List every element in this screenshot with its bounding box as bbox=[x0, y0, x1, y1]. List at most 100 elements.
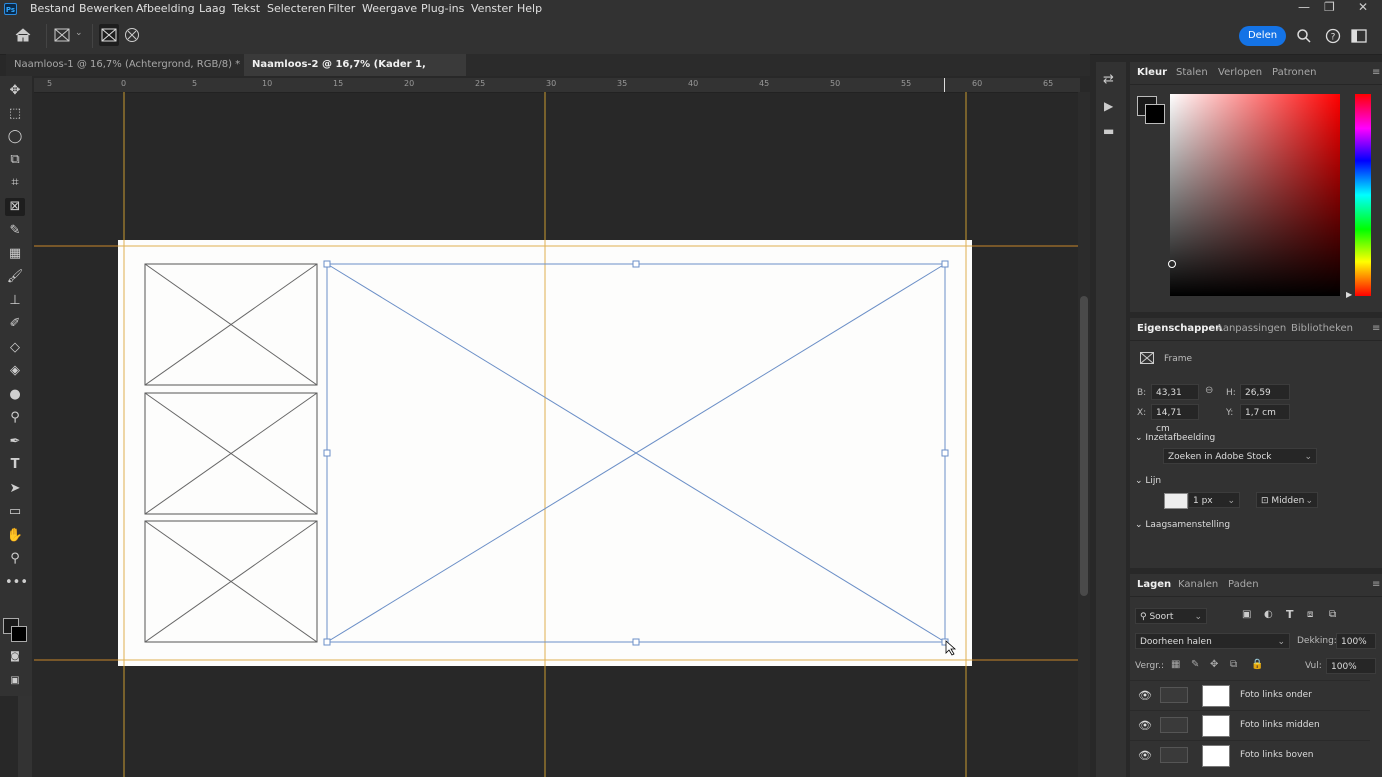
history-panel-icon[interactable]: ⇄ bbox=[1103, 72, 1114, 87]
history-brush-icon[interactable]: ✐ bbox=[5, 315, 25, 333]
y-field[interactable]: 1,7 cm bbox=[1240, 404, 1290, 420]
close-button[interactable]: ✕ bbox=[1358, 0, 1368, 14]
menu-bewerken[interactable]: Bewerken bbox=[79, 2, 133, 15]
visibility-eye-icon[interactable]: 👁 bbox=[1138, 749, 1152, 762]
share-button[interactable]: Delen bbox=[1239, 26, 1286, 46]
stroke-align-select[interactable]: ⊡ Midden ⌄ bbox=[1256, 492, 1318, 508]
tab-patronen[interactable]: Patronen bbox=[1272, 67, 1316, 78]
layer-row[interactable]: 👁 Foto links onder bbox=[1130, 680, 1370, 711]
x-field[interactable]: 14,71 cm bbox=[1151, 404, 1199, 434]
quick-mask-icon[interactable]: ◙ bbox=[5, 648, 25, 666]
scrollbar-thumb[interactable] bbox=[1080, 296, 1088, 596]
comments-icon[interactable]: ▬ bbox=[1103, 124, 1114, 138]
color-picker-field[interactable] bbox=[1170, 94, 1340, 296]
menu-selecteren[interactable]: Selecteren bbox=[267, 2, 326, 15]
ellipse-frame-icon[interactable] bbox=[124, 27, 140, 43]
menu-help[interactable]: Help bbox=[517, 2, 542, 15]
color-picker-marker[interactable] bbox=[1168, 260, 1176, 268]
height-field[interactable]: 26,59 cm bbox=[1240, 384, 1290, 414]
horizontal-ruler[interactable]: 5 0 5 10 15 20 25 30 35 40 45 50 55 60 6… bbox=[34, 78, 1080, 93]
tab-kleur[interactable]: Kleur bbox=[1137, 67, 1167, 78]
menu-weergave[interactable]: Weergave bbox=[362, 2, 417, 15]
stamp-tool-icon[interactable]: ⊥ bbox=[5, 292, 25, 310]
background-color-swatch[interactable] bbox=[1145, 104, 1165, 124]
menu-venster[interactable]: Venster bbox=[471, 2, 513, 15]
marquee-tool-icon[interactable]: ⬚ bbox=[5, 105, 25, 123]
pen-tool-icon[interactable]: ✒ bbox=[5, 433, 25, 451]
background-color-swatch[interactable] bbox=[11, 626, 27, 642]
frame-tool-preset-icon[interactable] bbox=[54, 28, 70, 42]
menu-laag[interactable]: Laag bbox=[199, 2, 226, 15]
blend-section-header[interactable]: ⌄ Laagsamenstelling bbox=[1135, 520, 1230, 530]
tab-lagen[interactable]: Lagen bbox=[1137, 579, 1171, 590]
layer-filter-select[interactable]: ⚲ Soort ⌄ bbox=[1135, 608, 1207, 624]
visibility-eye-icon[interactable]: 👁 bbox=[1138, 689, 1152, 702]
rect-frame-button[interactable] bbox=[99, 24, 119, 46]
panel-menu-icon[interactable]: ≡ bbox=[1372, 579, 1380, 590]
restore-button[interactable]: ❐ bbox=[1324, 0, 1335, 14]
lock-artboard-icon[interactable]: ⧉ bbox=[1230, 659, 1237, 670]
panel-menu-icon[interactable]: ≡ bbox=[1372, 323, 1380, 334]
tab-kanalen[interactable]: Kanalen bbox=[1178, 579, 1218, 590]
blur-tool-icon[interactable]: ● bbox=[5, 386, 25, 404]
layer-row[interactable]: 👁 Foto links boven bbox=[1130, 740, 1370, 771]
lock-position-icon[interactable]: ✥ bbox=[1210, 659, 1218, 670]
path-select-icon[interactable]: ➤ bbox=[5, 480, 25, 498]
object-select-tool-icon[interactable]: ⧉ bbox=[5, 151, 25, 169]
stroke-color-swatch[interactable] bbox=[1164, 493, 1188, 509]
actions-play-icon[interactable]: ▶ bbox=[1104, 99, 1113, 113]
tab-naamloos-1[interactable]: Naamloos-1 @ 16,7% (Achtergrond, RGB/8) … bbox=[6, 54, 278, 76]
tab-stalen[interactable]: Stalen bbox=[1176, 67, 1208, 78]
panel-menu-icon[interactable]: ≡ bbox=[1372, 67, 1380, 78]
canvas-area[interactable] bbox=[34, 92, 1078, 777]
minimize-button[interactable]: — bbox=[1298, 0, 1310, 14]
screen-mode-icon[interactable]: ▣ bbox=[5, 672, 25, 690]
home-icon[interactable] bbox=[14, 27, 32, 43]
layer-row[interactable]: 👁 Foto links midden bbox=[1130, 710, 1370, 741]
filter-smart-object-icon[interactable]: ⧉ bbox=[1329, 609, 1336, 620]
zoom-tool-icon[interactable]: ⚲ bbox=[5, 550, 25, 568]
paint-bucket-icon[interactable]: ◈ bbox=[5, 362, 25, 380]
tab-naamloos-2[interactable]: Naamloos-2 @ 16,7% (Kader 1, RGB/8) *× bbox=[244, 54, 466, 92]
stroke-width-select[interactable]: 1 px ⌄ bbox=[1188, 492, 1240, 508]
search-icon[interactable] bbox=[1296, 28, 1312, 44]
menu-filter[interactable]: Filter bbox=[328, 2, 355, 15]
filter-shape-icon[interactable]: ⧈ bbox=[1307, 609, 1313, 620]
menu-afbeelding[interactable]: Afbeelding bbox=[136, 2, 195, 15]
tab-paden[interactable]: Paden bbox=[1228, 579, 1259, 590]
lock-transparent-icon[interactable]: ▦ bbox=[1171, 659, 1180, 670]
tab-bibliotheken[interactable]: Bibliotheken bbox=[1291, 323, 1353, 334]
menu-tekst[interactable]: Tekst bbox=[232, 2, 260, 15]
crop-tool-icon[interactable]: ⌗ bbox=[5, 174, 25, 192]
filter-adjustment-icon[interactable]: ◐ bbox=[1264, 609, 1273, 620]
opacity-field[interactable]: 100% bbox=[1336, 633, 1376, 649]
eraser-tool-icon[interactable]: ◇ bbox=[5, 339, 25, 357]
inset-section-header[interactable]: ⌄ Inzetafbeelding bbox=[1135, 433, 1215, 443]
tab-eigenschappen[interactable]: Eigenschappen bbox=[1137, 323, 1222, 334]
hue-slider-handle[interactable]: ▶ bbox=[1346, 290, 1352, 299]
healing-tool-icon[interactable]: ▦ bbox=[5, 245, 25, 263]
type-tool-icon[interactable]: T bbox=[5, 456, 25, 474]
frame-tool-icon[interactable]: ⊠ bbox=[5, 198, 25, 216]
filter-pixel-icon[interactable]: ▣ bbox=[1242, 609, 1251, 620]
lock-image-icon[interactable]: ✎ bbox=[1191, 659, 1199, 670]
tab-aanpassingen[interactable]: Aanpassingen bbox=[1216, 323, 1286, 334]
blend-mode-select[interactable]: Doorheen halen ⌄ bbox=[1135, 633, 1290, 649]
help-icon[interactable]: ? bbox=[1325, 28, 1341, 44]
brush-tool-icon[interactable]: 🖌 bbox=[5, 268, 25, 286]
eyedropper-tool-icon[interactable]: ✎ bbox=[5, 222, 25, 240]
rectangle-tool-icon[interactable]: ▭ bbox=[5, 503, 25, 521]
lock-all-icon[interactable]: 🔒 bbox=[1251, 659, 1263, 670]
menu-bestand[interactable]: Bestand bbox=[30, 2, 75, 15]
visibility-eye-icon[interactable]: 👁 bbox=[1138, 719, 1152, 732]
stroke-section-header[interactable]: ⌄ Lijn bbox=[1135, 476, 1161, 486]
hue-slider[interactable] bbox=[1355, 94, 1371, 296]
menu-plugins[interactable]: Plug-ins bbox=[421, 2, 464, 15]
tab-verlopen[interactable]: Verlopen bbox=[1218, 67, 1262, 78]
lasso-tool-icon[interactable]: ◯ bbox=[5, 128, 25, 146]
move-tool-icon[interactable]: ✥ bbox=[5, 82, 25, 100]
hand-tool-icon[interactable]: ✋ bbox=[5, 527, 25, 545]
dodge-tool-icon[interactable]: ⚲ bbox=[5, 409, 25, 427]
adobe-stock-select[interactable]: Zoeken in Adobe Stock ⌄ bbox=[1163, 448, 1317, 464]
chevron-down-icon[interactable]: ⌄ bbox=[75, 28, 83, 38]
